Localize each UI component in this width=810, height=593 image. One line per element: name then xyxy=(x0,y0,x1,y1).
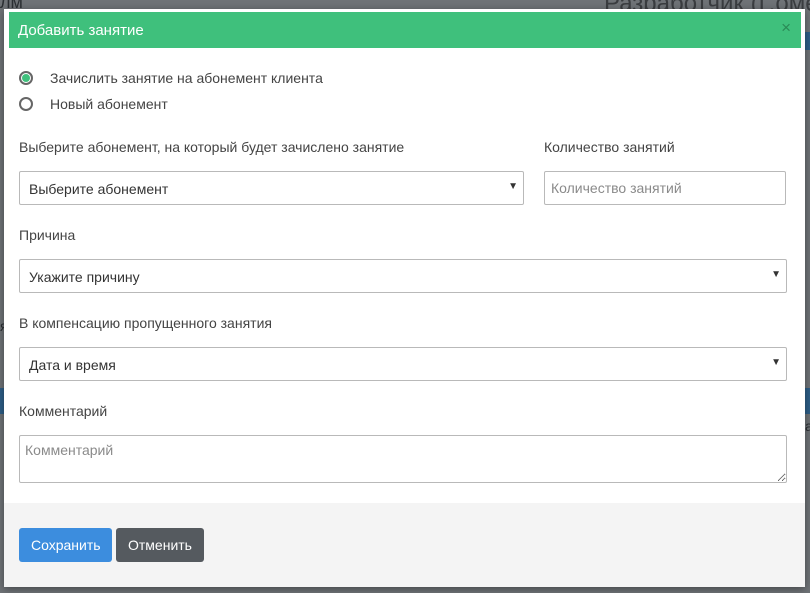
compensation-select[interactable]: Дата и время ▼ xyxy=(19,347,787,381)
subscription-label: Выберите абонемент, на который будет зач… xyxy=(19,139,405,155)
cancel-button[interactable]: Отменить xyxy=(116,528,204,562)
reason-select-value: Укажите причину xyxy=(29,269,140,285)
save-button[interactable]: Сохранить xyxy=(19,528,112,562)
radio-enroll-to-subscription[interactable]: Зачислить занятие на абонемент клиента xyxy=(19,69,323,87)
modal-header: Добавить занятие × xyxy=(9,12,801,48)
count-input[interactable] xyxy=(544,171,786,205)
add-lesson-modal: Добавить занятие × Зачислить занятие на … xyxy=(4,9,805,587)
comment-textarea[interactable] xyxy=(19,435,787,483)
subscription-select-value: Выберите абонемент xyxy=(29,181,169,197)
comment-label: Комментарий xyxy=(19,403,108,419)
radio-new-subscription[interactable]: Новый абонемент xyxy=(19,95,168,113)
radio-label: Зачислить занятие на абонемент клиента xyxy=(50,70,323,86)
background-strip-right-top xyxy=(805,32,810,50)
modal-title: Добавить занятие xyxy=(18,22,144,39)
modal-footer: Сохранить Отменить xyxy=(4,503,805,587)
subscription-select[interactable]: Выберите абонемент ▼ xyxy=(19,171,524,205)
caret-down-icon: ▼ xyxy=(508,181,518,192)
radio-checked-icon[interactable] xyxy=(19,71,33,85)
reason-select[interactable]: Укажите причину ▼ xyxy=(19,259,787,293)
radio-unchecked-icon[interactable] xyxy=(19,97,33,111)
close-icon[interactable]: × xyxy=(781,18,791,38)
caret-down-icon: ▼ xyxy=(771,357,781,368)
reason-label: Причина xyxy=(19,227,76,243)
compensation-label: В компенсацию пропущенного занятия xyxy=(19,315,272,331)
background-text-right-2: а xyxy=(805,418,810,434)
compensation-select-value: Дата и время xyxy=(29,357,116,373)
count-label: Количество занятий xyxy=(544,139,675,155)
background-strip-right xyxy=(805,388,810,414)
radio-label: Новый абонемент xyxy=(50,96,168,112)
caret-down-icon: ▼ xyxy=(771,269,781,280)
